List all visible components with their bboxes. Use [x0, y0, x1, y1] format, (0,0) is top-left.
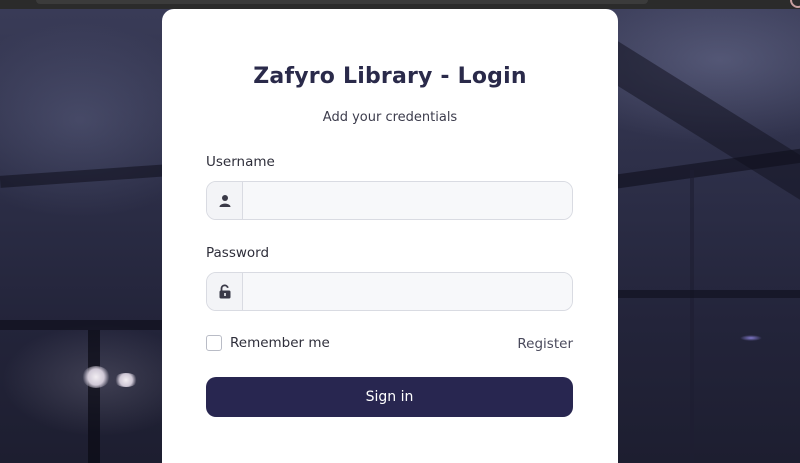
- page-title: Zafyro Library - Login: [162, 64, 618, 89]
- title-emphasis: Login: [457, 64, 527, 89]
- shelf-post: [690, 170, 694, 463]
- subtitle: Add your credentials: [322, 110, 458, 125]
- sign-in-button[interactable]: Sign in: [206, 377, 573, 417]
- shelf-rail: [0, 320, 170, 330]
- remember-me-checkbox[interactable]: [206, 335, 222, 351]
- user-icon: [207, 182, 243, 219]
- browser-top-edge: [0, 0, 800, 9]
- password-label: Password: [206, 245, 270, 261]
- register-link[interactable]: Register: [517, 336, 573, 352]
- username-input[interactable]: [243, 182, 572, 219]
- password-input-group: [206, 272, 573, 311]
- shelf-rail: [618, 290, 800, 298]
- ceiling-beam: [0, 164, 171, 188]
- password-input[interactable]: [243, 273, 572, 310]
- shelf-post: [88, 330, 100, 463]
- ceiling-lamp: [114, 373, 138, 387]
- ceiling-lamp: [82, 366, 110, 388]
- remember-me-toggle[interactable]: Remember me: [206, 335, 330, 351]
- login-card: Zafyro Library - Login Add your credenti…: [162, 9, 618, 463]
- title-prefix: Zafyro Library -: [253, 64, 458, 89]
- username-input-group: [206, 181, 573, 220]
- ceiling-lamp: [740, 335, 762, 341]
- tab-strip: [36, 0, 648, 4]
- remember-me-label: Remember me: [230, 335, 330, 351]
- unlock-icon: [207, 273, 243, 310]
- username-label: Username: [206, 154, 275, 170]
- window-control: [790, 0, 800, 8]
